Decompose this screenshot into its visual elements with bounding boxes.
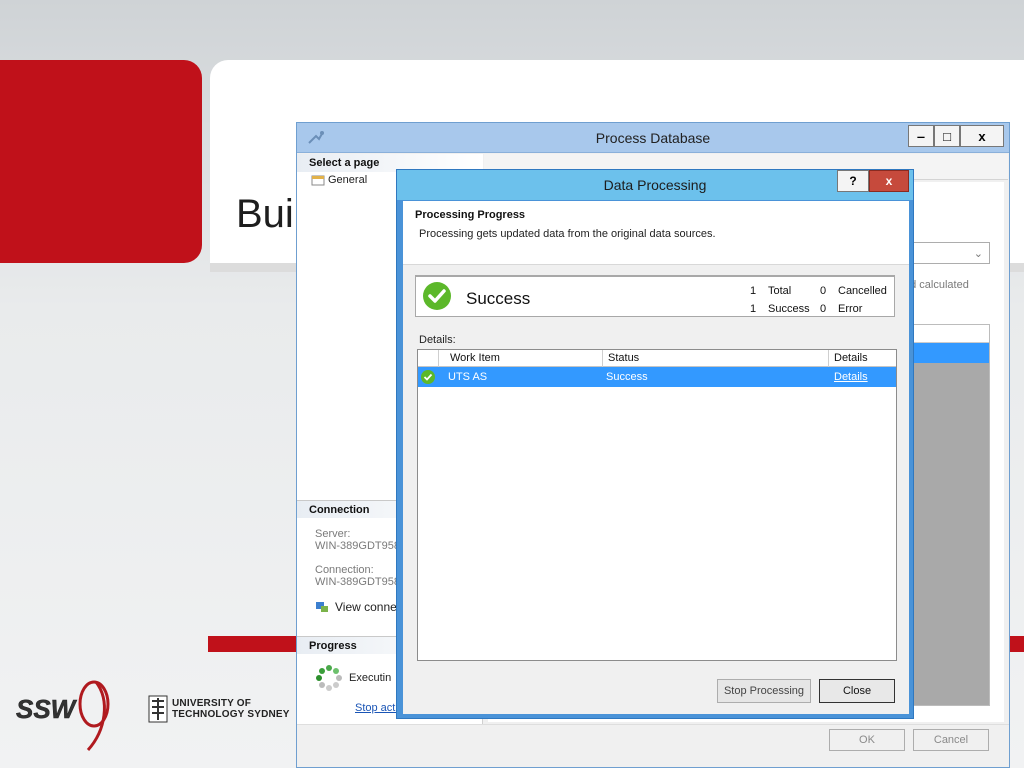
connection-label: Connection: (315, 564, 374, 576)
sidebar-item-general[interactable]: General (311, 174, 367, 186)
column-header-status[interactable]: Status (608, 352, 639, 364)
general-page-icon (311, 175, 325, 186)
stop-action-link[interactable]: Stop acti (355, 702, 398, 714)
connection-properties-icon (316, 602, 328, 612)
view-connection-label: View connec (335, 600, 403, 614)
close-button[interactable]: x (960, 125, 1004, 147)
column-header-work-item[interactable]: Work Item (450, 352, 500, 364)
progress-status-text: Executin (349, 672, 392, 684)
process-database-titlebar[interactable]: Process Database ‒ □ x (297, 123, 1009, 153)
help-button[interactable]: ? (837, 170, 869, 192)
details-table-header: Work Item Status Details (418, 350, 896, 367)
server-label: Server: (315, 528, 351, 540)
data-processing-title: Data Processing (603, 177, 707, 193)
process-database-title: Process Database (595, 130, 711, 146)
status-cell: Success (606, 371, 648, 383)
column-separator (602, 350, 603, 367)
success-check-icon (421, 370, 435, 384)
chevron-down-icon: ⌄ (973, 247, 983, 260)
processing-progress-description: Processing gets updated data from the or… (419, 228, 716, 240)
ok-button[interactable]: OK (829, 729, 905, 751)
ssw-logo-text: SSW (16, 694, 78, 724)
uts-logo: UNIVERSITY OF TECHNOLOGY SYDNEY (148, 695, 290, 723)
table-row[interactable]: UTS AS Success Details (418, 367, 896, 387)
spinner-icon (316, 665, 342, 691)
grid-selected-row[interactable] (901, 343, 989, 363)
processing-progress-heading: Processing Progress (415, 209, 526, 221)
ssw-logo: SSW (16, 680, 110, 752)
connection-value: WIN-389GDT958 (315, 576, 400, 588)
data-processing-body: Processing Progress Processing gets upda… (403, 201, 909, 714)
error-label: Error (838, 303, 863, 315)
status-summary: Success 1 Total 0 Cancelled 1 Success 0 … (415, 275, 895, 317)
data-processing-titlebar[interactable]: Data Processing ? x (397, 170, 913, 200)
grid-header (901, 325, 989, 343)
uts-logo-text: UNIVERSITY OF TECHNOLOGY SYDNEY (172, 698, 290, 720)
success-check-icon (423, 282, 451, 310)
dialog-close-button[interactable]: x (869, 170, 909, 192)
work-item-cell: UTS AS (448, 371, 488, 383)
column-separator (438, 350, 439, 367)
dialog-header: Processing Progress Processing gets upda… (403, 201, 909, 265)
cancelled-count: 0 (820, 285, 827, 297)
uts-crest-icon (148, 695, 168, 723)
sidebar-item-label: General (328, 174, 368, 186)
column-separator (828, 350, 829, 367)
details-link[interactable]: Details (834, 371, 868, 383)
maximize-button[interactable]: □ (934, 125, 960, 147)
stop-processing-button[interactable]: Stop Processing (717, 679, 811, 703)
success-label: Success (768, 303, 810, 315)
details-label: Details: (419, 334, 456, 346)
success-count: 1 (750, 303, 757, 315)
total-count: 1 (750, 285, 757, 297)
details-table: Work Item Status Details UTS AS Success … (417, 349, 897, 661)
cancel-button[interactable]: Cancel (913, 729, 989, 751)
progress-status: Executin (315, 664, 391, 692)
slide-red-block (0, 60, 202, 263)
data-processing-dialog: Data Processing ? x Processing Progress … (396, 169, 914, 719)
slide-title: Bui (236, 192, 294, 236)
cancelled-label: Cancelled (838, 285, 887, 297)
error-count: 0 (820, 303, 827, 315)
view-connection-link[interactable]: View connec (315, 600, 403, 614)
status-text: Success (466, 289, 531, 308)
close-dialog-button[interactable]: Close (819, 679, 895, 703)
minimize-button[interactable]: ‒ (908, 125, 934, 147)
column-header-details[interactable]: Details (834, 352, 868, 364)
total-label: Total (768, 285, 792, 297)
server-value: WIN-389GDT958 (315, 540, 400, 552)
